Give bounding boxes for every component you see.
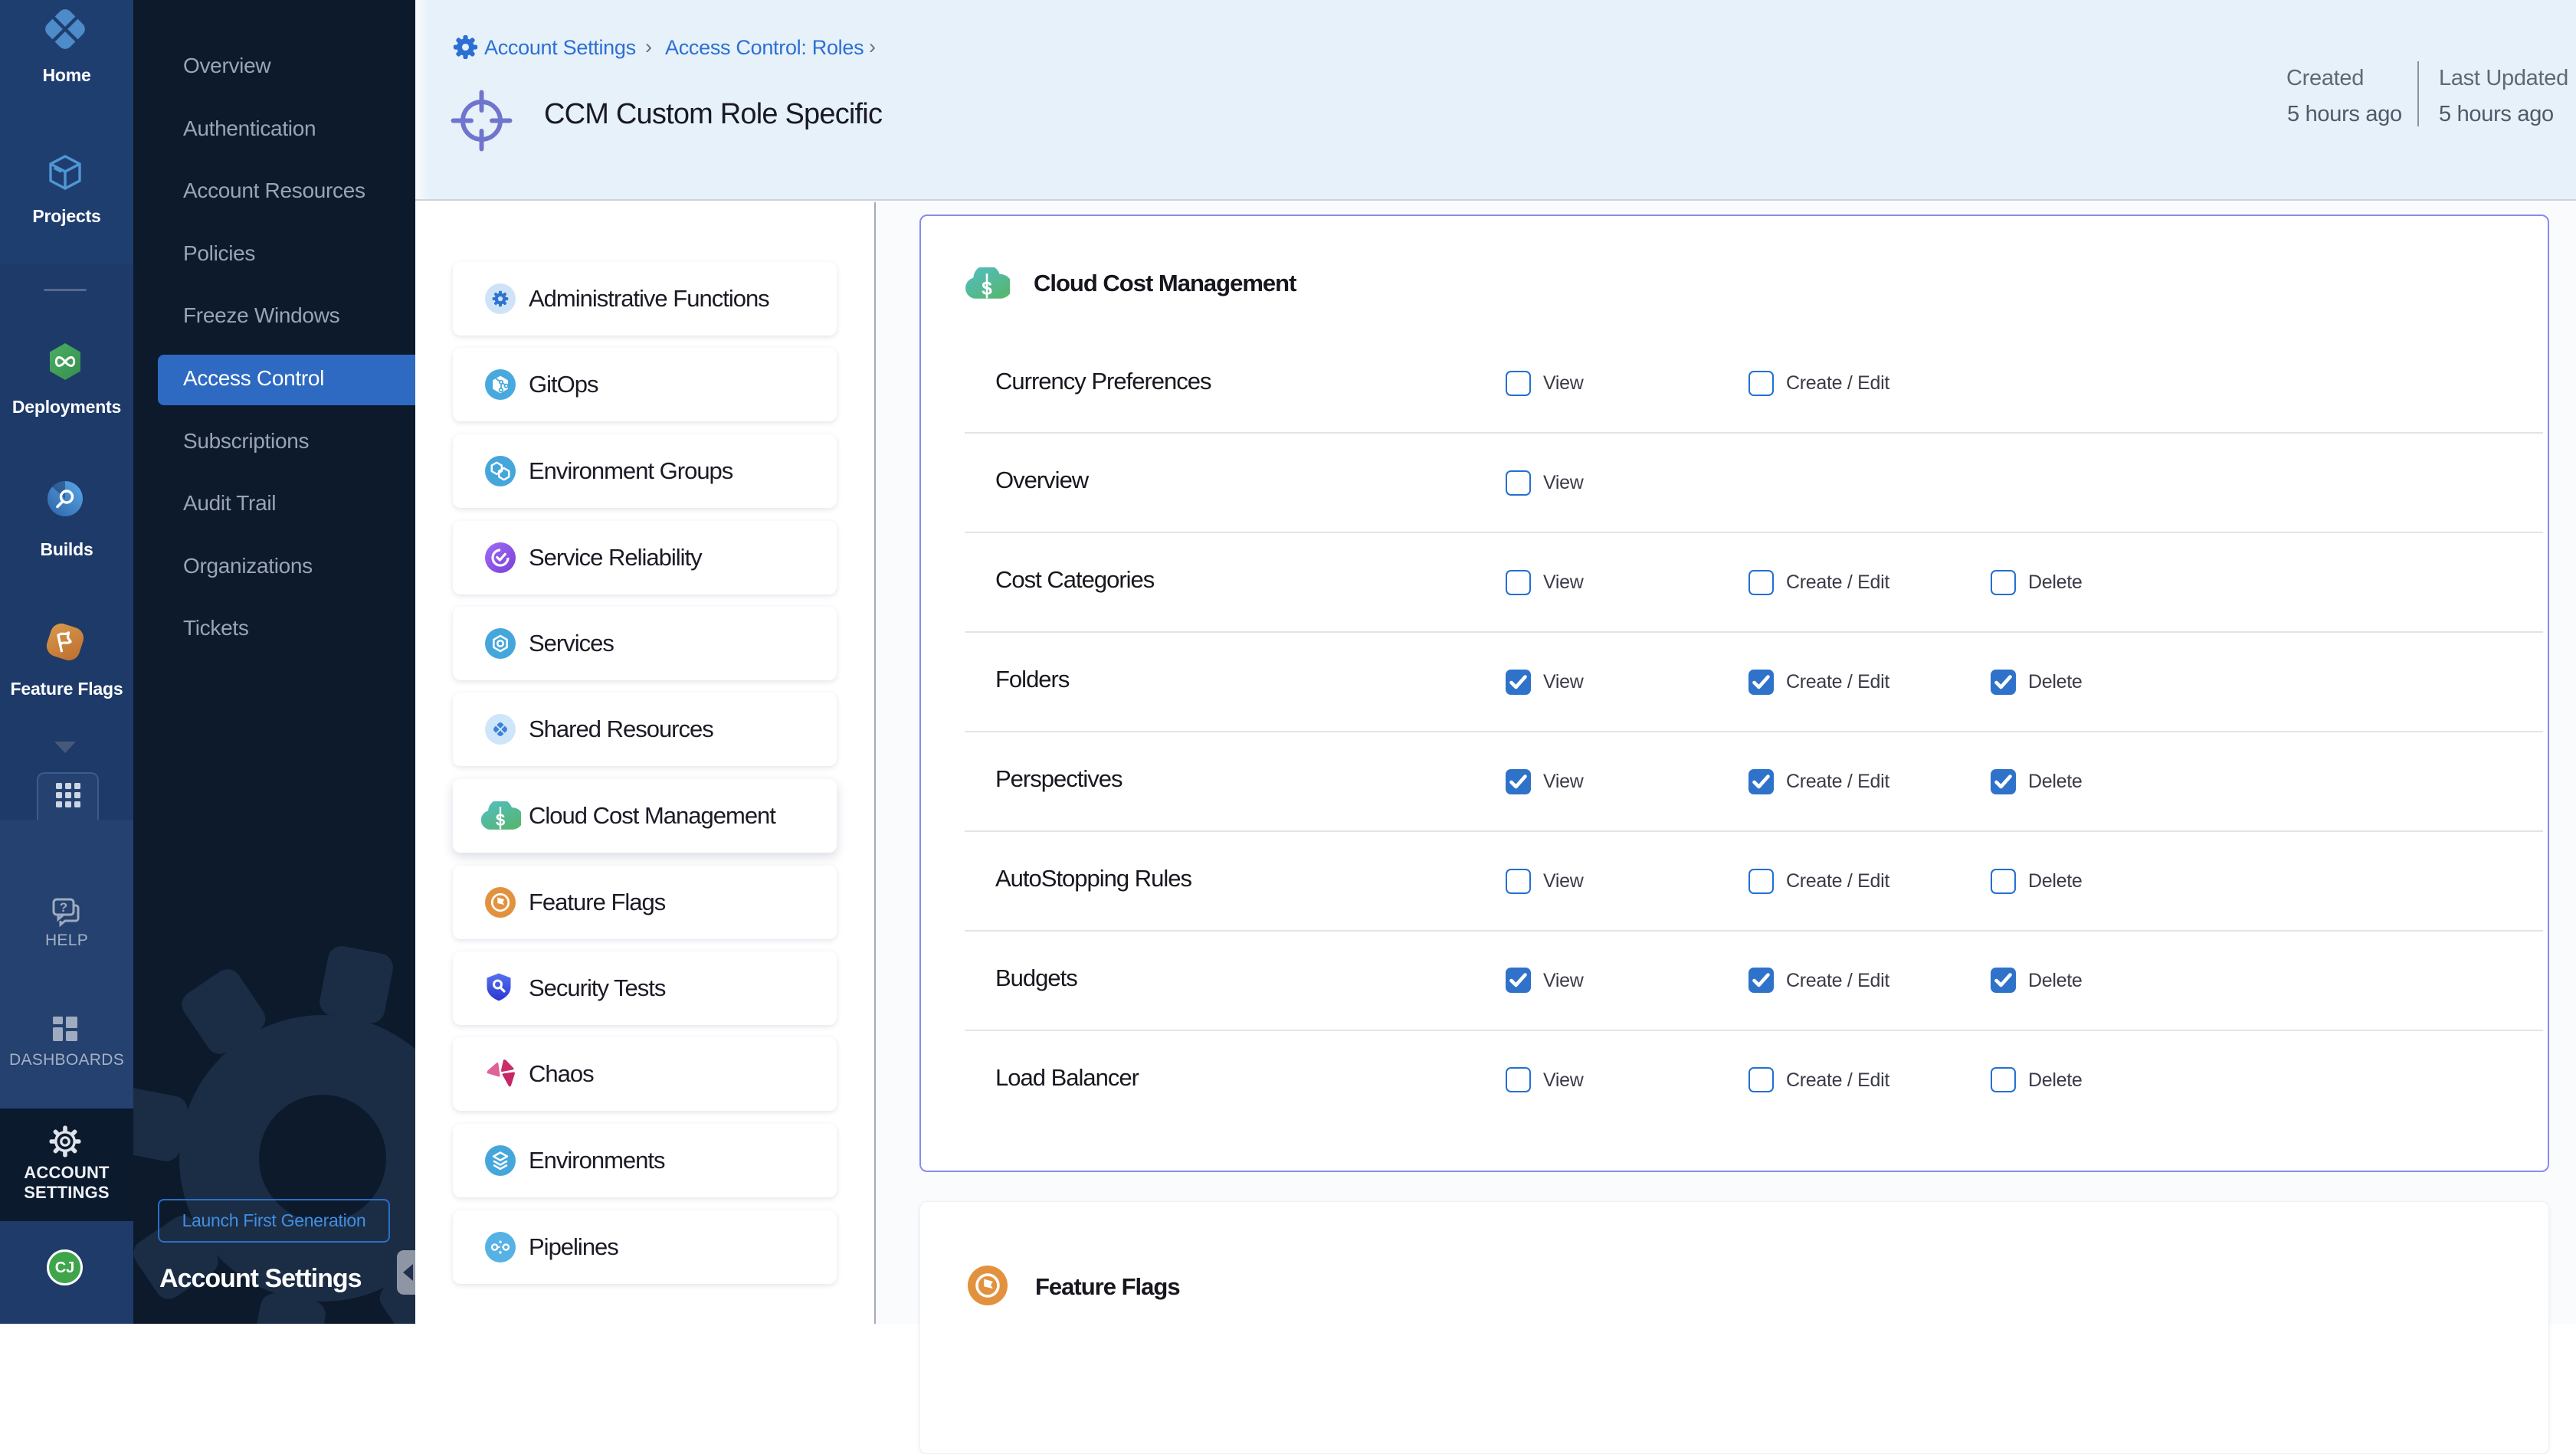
svg-text:?: ? <box>60 900 67 915</box>
